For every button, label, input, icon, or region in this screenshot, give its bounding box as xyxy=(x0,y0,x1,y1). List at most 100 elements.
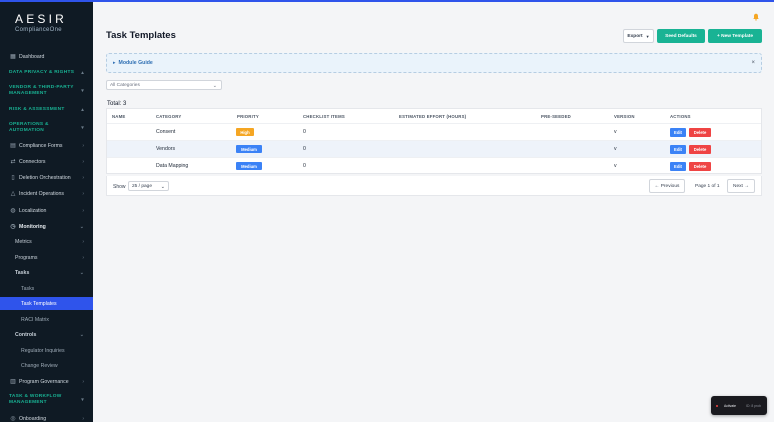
sidebar-section-label: VENDOR & THIRD-PARTY MANAGEMENT xyxy=(9,85,74,96)
sidebar-item-label: Tasks xyxy=(15,270,30,276)
export-label: Export xyxy=(627,33,643,39)
sidebar-section-vendor[interactable]: VENDOR & THIRD-PARTY MANAGEMENT ▾ xyxy=(0,85,84,97)
chevron-right-icon: › xyxy=(82,416,84,422)
sidebar-item-programs[interactable]: Programs › xyxy=(0,254,93,262)
sidebar-item-label: Task Templates xyxy=(21,300,57,307)
sidebar-section-label: RISK & ASSESSMENT xyxy=(9,107,65,112)
priority-badge: Medium xyxy=(236,145,262,153)
sidebar-item-label: Connectors xyxy=(19,159,46,165)
module-guide[interactable]: ▸ Module Guide × xyxy=(106,53,762,73)
sidebar-section-operations[interactable]: OPERATIONS & AUTOMATION ▾ xyxy=(0,122,84,134)
cell-version: v xyxy=(614,163,617,169)
chevron-right-icon: › xyxy=(82,175,84,181)
module-guide-label: Module Guide xyxy=(118,60,153,66)
sidebar-item-connectors[interactable]: ⇄ Connectors › xyxy=(0,158,93,166)
column-header-priority[interactable]: PRIORITY xyxy=(237,114,259,119)
column-header-checklist-items[interactable]: CHECKLIST ITEMS xyxy=(303,114,345,119)
sidebar-item-monitoring[interactable]: ◷ Monitoring ⌄ xyxy=(0,223,93,231)
sidebar-item-tasks[interactable]: Tasks xyxy=(0,285,93,293)
trash-icon: ▯ xyxy=(11,175,15,181)
close-icon[interactable]: × xyxy=(751,60,755,66)
column-header-category[interactable]: CATEGORY xyxy=(156,114,181,119)
cell-checklist-items: 0 xyxy=(303,146,306,152)
column-header-pre-seeded[interactable]: PRE-SEEDED xyxy=(541,114,571,119)
plug-icon: ⇄ xyxy=(10,159,16,165)
sidebar-item-label: Dashboard xyxy=(19,54,45,60)
sidebar-item-incident-operations[interactable]: △ Incident Operations › xyxy=(0,190,93,198)
column-header-version[interactable]: VERSION xyxy=(614,114,635,119)
sidebar-item-metrics[interactable]: Metrics › xyxy=(0,238,93,246)
compass-icon: ◎ xyxy=(10,416,16,422)
chart-icon: ▥ xyxy=(10,379,16,385)
chevron-right-icon: › xyxy=(82,191,84,197)
show-label: Show xyxy=(113,184,126,190)
sidebar-item-label: Controls xyxy=(15,332,37,338)
column-header-estimated-effort[interactable]: ESTIMATED EFFORT (HOURS) xyxy=(399,114,466,119)
chevron-right-icon: › xyxy=(82,239,84,245)
activation-toast[interactable]: Activate ID: 8 prob xyxy=(711,396,767,415)
sidebar-item-change-review[interactable]: Change Review xyxy=(0,362,93,370)
sidebar-item-onboarding[interactable]: ◎ Onboarding › xyxy=(0,415,93,422)
clock-icon: ◷ xyxy=(10,224,16,230)
top-accent-bar xyxy=(0,0,774,2)
sidebar-item-label: Change Review xyxy=(21,363,58,369)
sidebar-item-label: Deletion Orchestration xyxy=(19,175,71,181)
delete-button[interactable]: Delete xyxy=(689,162,711,171)
logo[interactable]: AESIR ComplianceOne xyxy=(0,0,93,44)
sidebar-section-risk[interactable]: RISK & ASSESSMENT ▴ xyxy=(0,107,93,113)
sidebar-item-localization[interactable]: ◍ Localization › xyxy=(0,207,93,215)
sidebar-item-raci-matrix[interactable]: RACI Matrix xyxy=(0,316,93,324)
sidebar-item-label: Localization xyxy=(19,208,47,214)
export-button[interactable]: Export ▼ xyxy=(623,29,654,43)
sidebar-item-label: RACI Matrix xyxy=(21,317,49,323)
sidebar-item-task-templates[interactable]: Task Templates xyxy=(0,297,93,310)
category-filter-value: All Categories xyxy=(110,82,140,88)
sidebar-item-dashboard[interactable]: ▦ Dashboard xyxy=(0,53,93,61)
cell-version: v xyxy=(614,129,617,135)
bell-icon[interactable] xyxy=(752,13,760,21)
edit-button[interactable]: Edit xyxy=(670,162,686,171)
sidebar-section-task-workflow[interactable]: TASK & WORKFLOW MANAGEMENT ▾ xyxy=(0,394,84,406)
sidebar-item-tasks-group[interactable]: Tasks ⌄ xyxy=(0,269,93,277)
chevron-down-icon: ⌄ xyxy=(79,270,84,276)
sidebar-item-deletion-orchestration[interactable]: ▯ Deletion Orchestration › xyxy=(0,174,93,182)
cell-category: Vendors xyxy=(156,146,176,152)
templates-table: NAME CATEGORY PRIORITY CHECKLIST ITEMS E… xyxy=(106,108,762,174)
delete-button[interactable]: Delete xyxy=(689,128,711,137)
total-count: Total: 3 xyxy=(107,101,127,107)
table-row: Vendors Medium 0 v Edit Delete xyxy=(107,140,761,157)
sidebar-item-program-governance[interactable]: ▥ Program Governance › xyxy=(0,378,93,386)
delete-button[interactable]: Delete xyxy=(689,145,711,154)
column-header-name[interactable]: NAME xyxy=(112,114,125,119)
new-template-button[interactable]: + New Template xyxy=(708,29,762,43)
sidebar-item-compliance-forms[interactable]: ▤ Compliance Forms › xyxy=(0,142,93,150)
chevron-down-icon: ⌄ xyxy=(212,83,217,89)
priority-badge: Medium xyxy=(236,162,262,170)
cell-category: Consent xyxy=(156,129,176,135)
per-page-select[interactable]: 25 / page ⌄ xyxy=(128,181,169,191)
sidebar-item-label: Regulator Inquiries xyxy=(21,348,65,354)
sidebar-item-label: Incident Operations xyxy=(19,191,64,197)
sidebar-section-label: TASK & WORKFLOW MANAGEMENT xyxy=(9,394,62,405)
cell-category: Data Mapping xyxy=(156,163,189,169)
table-row: Consent High 0 v Edit Delete xyxy=(107,123,761,140)
chevron-right-icon: › xyxy=(82,208,84,214)
grid-icon: ▦ xyxy=(10,54,16,60)
brand-subtitle: ComplianceOne xyxy=(15,27,62,33)
chevron-down-icon: ⌄ xyxy=(79,224,84,230)
sidebar-item-label: Compliance Forms xyxy=(19,143,63,149)
document-icon: ▤ xyxy=(10,143,16,149)
next-page-button[interactable]: Next → xyxy=(727,179,755,193)
sidebar-section-label: OPERATIONS & AUTOMATION xyxy=(9,122,49,133)
previous-page-button[interactable]: ← Previous xyxy=(649,179,685,193)
sidebar-section-data-privacy[interactable]: DATA PRIVACY & RIGHTS ▴ xyxy=(0,70,93,76)
sidebar-item-controls[interactable]: Controls ⌄ xyxy=(0,331,93,339)
chevron-right-icon: › xyxy=(82,255,84,261)
category-filter-select[interactable]: All Categories ⌄ xyxy=(106,80,222,90)
toast-meta: ID: 8 prob xyxy=(746,403,761,408)
edit-button[interactable]: Edit xyxy=(670,128,686,137)
chevron-right-icon: › xyxy=(82,159,84,165)
sidebar-item-regulator-inquiries[interactable]: Regulator Inquiries xyxy=(0,347,93,355)
edit-button[interactable]: Edit xyxy=(670,145,686,154)
seed-defaults-button[interactable]: Seed Defaults xyxy=(657,29,705,43)
